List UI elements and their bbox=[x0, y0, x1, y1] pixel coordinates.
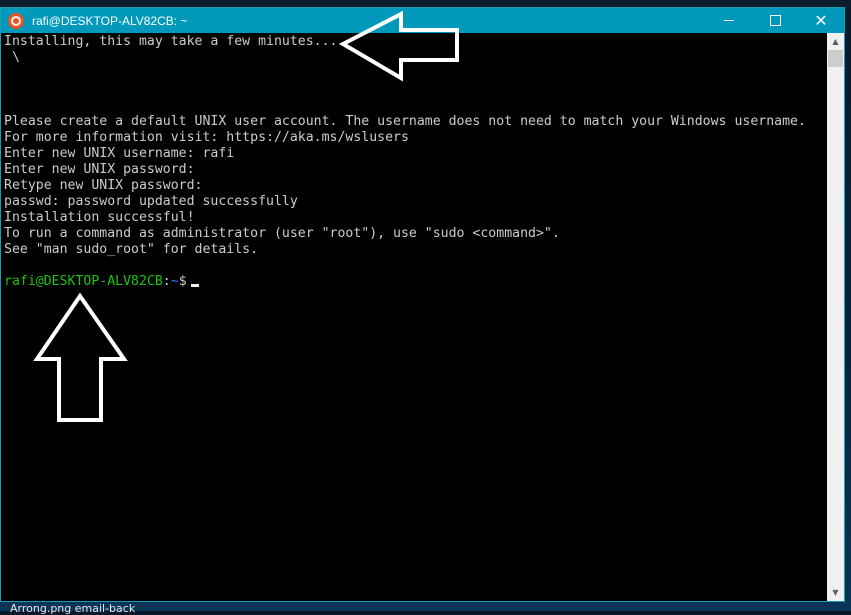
chevron-up-icon: ▲ bbox=[832, 37, 839, 46]
desktop-background bbox=[0, 0, 851, 7]
console-line: To run a command as administrator (user … bbox=[4, 226, 560, 241]
shell-prompt[interactable]: rafi@DESKTOP-ALV82CB:~$ bbox=[4, 274, 199, 290]
desktop-file-labels: Arrong.png email-back bbox=[10, 602, 136, 615]
console-line: Installation successful! bbox=[4, 210, 195, 225]
terminal-window: rafi@DESKTOP-ALV82CB: ~ ✕ Installing, th… bbox=[0, 7, 845, 602]
scrollbar-thumb[interactable] bbox=[828, 50, 843, 67]
close-icon: ✕ bbox=[814, 11, 828, 30]
prompt-symbol: $ bbox=[178, 274, 187, 289]
console-line: Retype new UNIX password: bbox=[4, 178, 203, 193]
console-line: passwd: password updated successfully bbox=[4, 194, 298, 209]
prompt-separator: : bbox=[162, 274, 171, 289]
maximize-icon bbox=[769, 15, 781, 26]
console-line: For more information visit: https://aka.… bbox=[4, 130, 409, 145]
scroll-up-button[interactable]: ▲ bbox=[827, 33, 844, 50]
close-button[interactable]: ✕ bbox=[798, 8, 844, 33]
prompt-user-host: rafi@DESKTOP-ALV82CB bbox=[4, 274, 163, 289]
maximize-button[interactable] bbox=[752, 8, 798, 33]
console-line: Enter new UNIX password: bbox=[4, 162, 195, 177]
console-line: See "man sudo_root" for details. bbox=[4, 242, 259, 257]
title-bar[interactable]: rafi@DESKTOP-ALV82CB: ~ ✕ bbox=[1, 8, 844, 33]
console-output[interactable]: Installing, this may take a few minutes.… bbox=[1, 33, 827, 601]
minimize-button[interactable] bbox=[706, 8, 752, 33]
console-line: Please create a default UNIX user accoun… bbox=[4, 114, 806, 129]
chevron-down-icon: ▼ bbox=[832, 588, 839, 597]
console-line: Installing, this may take a few minutes.… bbox=[4, 34, 338, 49]
caption-buttons: ✕ bbox=[706, 8, 844, 33]
console-line: Enter new UNIX username: rafi bbox=[4, 146, 235, 161]
vertical-scrollbar[interactable]: ▲ ▼ bbox=[827, 33, 844, 601]
text-cursor bbox=[190, 284, 199, 287]
minimize-icon bbox=[724, 20, 734, 21]
scroll-down-button[interactable]: ▼ bbox=[827, 584, 844, 601]
ubuntu-icon bbox=[8, 12, 24, 29]
prompt-path: ~ bbox=[170, 274, 179, 289]
console-line: \ bbox=[4, 50, 20, 65]
window-title: rafi@DESKTOP-ALV82CB: ~ bbox=[32, 13, 188, 28]
